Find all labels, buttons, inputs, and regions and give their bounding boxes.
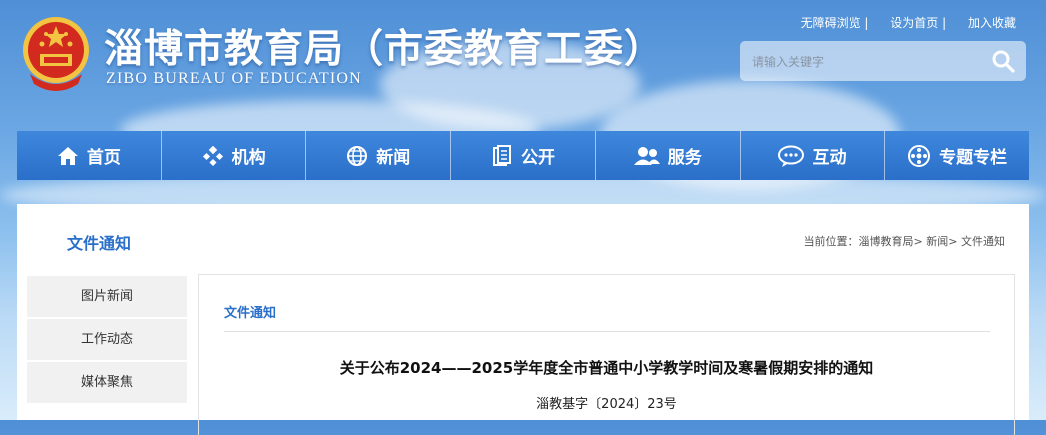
nav-label: 专题专栏 xyxy=(939,148,1008,168)
nav-special-topics[interactable]: 专题专栏 xyxy=(885,131,1029,180)
add-favorite-link[interactable]: 加入收藏 xyxy=(968,16,1016,30)
article-title: 关于公布2024——2025学年度全市普通中小学教学时间及寒暑假期安排的通知 xyxy=(339,359,874,377)
document-number: 淄教基字〔2024〕23号 xyxy=(536,397,677,412)
nav-service[interactable]: 服务 xyxy=(596,131,741,180)
nav-label: 首页 xyxy=(86,148,121,168)
divider xyxy=(224,331,990,332)
site-header: 淄博市教育局（市委教育工委） ZIBO BUREAU OF EDUCATION … xyxy=(0,0,1046,130)
accessibility-link[interactable]: 无障碍浏览 | xyxy=(801,16,869,30)
content-panel: 文件通知 当前位置：淄博教育局> 新闻> 文件通知 图片新闻 工作动态 媒体聚焦… xyxy=(17,204,1029,435)
plus-circle-icon xyxy=(908,144,931,167)
sidebar: 图片新闻 工作动态 媒体聚焦 xyxy=(27,276,187,405)
org-icon xyxy=(202,145,223,166)
sidebar-item-photo-news[interactable]: 图片新闻 xyxy=(27,276,187,319)
home-icon xyxy=(57,146,78,165)
document-icon xyxy=(493,144,512,166)
content-category[interactable]: 文件通知 xyxy=(224,302,276,321)
search-icon[interactable] xyxy=(990,49,1016,73)
national-emblem-icon xyxy=(23,17,89,91)
nav-label: 新闻 xyxy=(376,148,411,168)
users-icon xyxy=(633,146,660,165)
top-links: 无障碍浏览 | 设为首页 | 加入收藏 xyxy=(783,14,1016,31)
nav-home[interactable]: 首页 xyxy=(17,131,162,180)
nav-label: 公开 xyxy=(521,148,556,168)
sidebar-item-work-updates[interactable]: 工作动态 xyxy=(27,319,187,362)
set-homepage-link[interactable]: 设为首页 | xyxy=(890,16,946,30)
nav-news[interactable]: 新闻 xyxy=(306,131,452,180)
nav-interaction[interactable]: 互动 xyxy=(741,131,886,180)
chat-icon xyxy=(778,145,805,167)
sidebar-item-media-focus[interactable]: 媒体聚焦 xyxy=(27,362,187,405)
site-title: 淄博市教育局（市委教育工委） xyxy=(104,26,665,72)
section-title: 文件通知 xyxy=(67,234,132,253)
nav-organization[interactable]: 机构 xyxy=(162,131,307,180)
article-area: 文件通知 关于公布2024——2025学年度全市普通中小学教学时间及寒暑假期安排… xyxy=(198,274,1015,435)
search-box xyxy=(740,41,1026,81)
nav-label: 机构 xyxy=(231,148,266,168)
nav-label: 服务 xyxy=(667,148,702,168)
site-subtitle: ZIBO BUREAU OF EDUCATION xyxy=(106,70,362,87)
nav-label: 互动 xyxy=(812,148,847,168)
search-input[interactable] xyxy=(750,50,974,74)
nav-public[interactable]: 公开 xyxy=(451,131,596,180)
breadcrumb[interactable]: 当前位置：淄博教育局> 新闻> 文件通知 xyxy=(804,233,1005,249)
globe-icon xyxy=(347,145,368,166)
main-nav: 首页 机构 新闻 公开 服务 互动 专题专栏 xyxy=(17,131,1029,180)
